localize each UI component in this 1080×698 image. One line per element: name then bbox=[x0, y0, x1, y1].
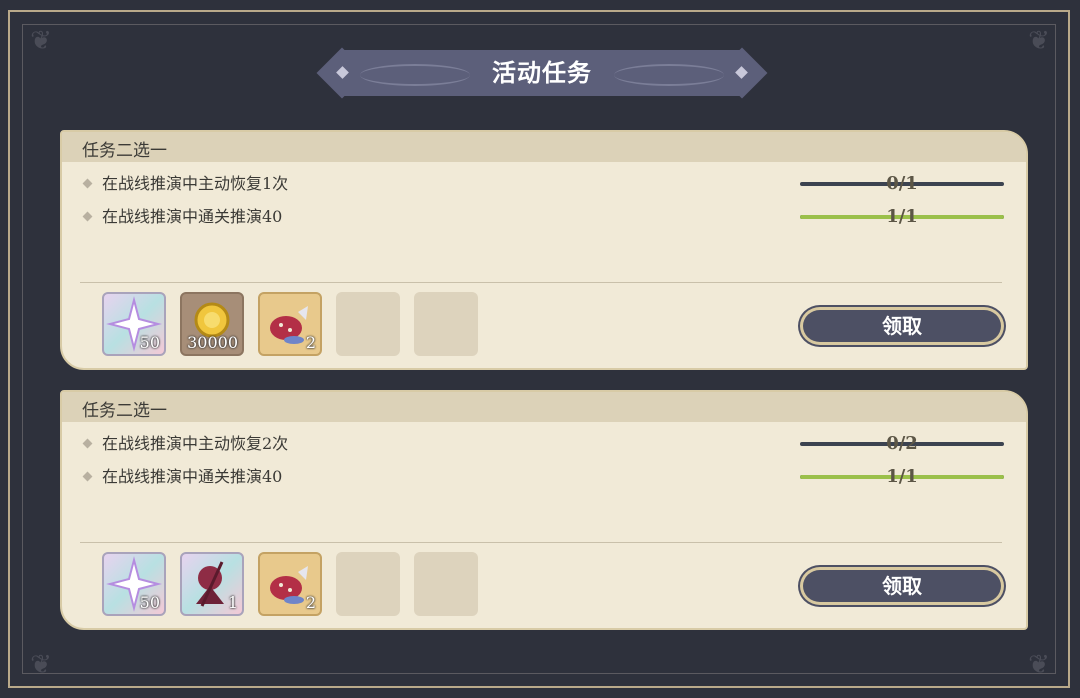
task-text: 在战线推演中通关推演40 bbox=[102, 467, 283, 486]
progress-text: 1/1 bbox=[886, 466, 918, 487]
beast-item-icon[interactable]: 2 bbox=[258, 552, 322, 616]
corner-ornament-icon: ❦ bbox=[30, 650, 52, 680]
bullet-icon bbox=[82, 471, 93, 482]
panel-header: 任务二选一 bbox=[62, 132, 1026, 162]
page-title: 活动任务 bbox=[492, 58, 592, 87]
claim-button[interactable]: 领取 bbox=[800, 567, 1004, 605]
reward-count: 50 bbox=[139, 333, 160, 352]
star-crystal-icon[interactable]: 50 bbox=[102, 292, 166, 356]
progress-bar: 0/2 bbox=[800, 433, 1004, 454]
divider bbox=[80, 282, 1002, 283]
panel-header-text: 任务二选一 bbox=[82, 401, 167, 421]
task-row: 在战线推演中主动恢复1次 0/1 bbox=[82, 172, 1012, 196]
task-row: 在战线推演中通关推演40 1/1 bbox=[82, 465, 1012, 489]
claim-button[interactable]: 领取 bbox=[800, 307, 1004, 345]
task-panel: 任务二选一 在战线推演中主动恢复2次 0/2 在战线推演中通关推演40 1/1 bbox=[60, 390, 1028, 630]
reward-count: 30000 bbox=[187, 333, 238, 352]
panel-header: 任务二选一 bbox=[62, 392, 1026, 422]
progress-bar: 1/1 bbox=[800, 206, 1004, 227]
task-text: 在战线推演中通关推演40 bbox=[102, 207, 283, 226]
reward-count: 2 bbox=[305, 593, 316, 612]
star-crystal-icon[interactable]: 50 bbox=[102, 552, 166, 616]
progress-text: 0/2 bbox=[886, 433, 918, 454]
task-row: 在战线推演中主动恢复2次 0/2 bbox=[82, 432, 1012, 456]
event-window: ❦ ❦ ❦ ❦ 活动任务 任务二选一 在战线推演中主动恢复1次 0/1 在战线推… bbox=[0, 0, 1080, 698]
beast-item-icon[interactable]: 2 bbox=[258, 292, 322, 356]
task-row: 在战线推演中通关推演40 1/1 bbox=[82, 205, 1012, 229]
bullet-icon bbox=[82, 211, 93, 222]
reward-count: 2 bbox=[305, 333, 316, 352]
reward-list: 50 1 2 bbox=[102, 552, 502, 618]
empty-reward-slot bbox=[336, 292, 400, 356]
corner-ornament-icon: ❦ bbox=[1028, 26, 1050, 56]
empty-reward-slot bbox=[414, 292, 478, 356]
task-text: 在战线推演中主动恢复2次 bbox=[102, 434, 289, 453]
gold-coin-icon[interactable]: 30000 bbox=[180, 292, 244, 356]
reward-count: 1 bbox=[227, 593, 238, 612]
reward-list: 50 30000 2 bbox=[102, 292, 502, 358]
bullet-icon bbox=[82, 178, 93, 189]
empty-reward-slot bbox=[414, 552, 478, 616]
progress-text: 0/1 bbox=[886, 173, 918, 194]
progress-text: 1/1 bbox=[886, 206, 918, 227]
bullet-icon bbox=[82, 438, 93, 449]
task-panel: 任务二选一 在战线推演中主动恢复1次 0/1 在战线推演中通关推演40 1/1 bbox=[60, 130, 1028, 370]
reward-count: 50 bbox=[139, 593, 160, 612]
progress-bar: 0/1 bbox=[800, 173, 1004, 194]
task-text: 在战线推演中主动恢复1次 bbox=[102, 174, 289, 193]
title-banner: 活动任务 bbox=[316, 47, 768, 99]
corner-ornament-icon: ❦ bbox=[1028, 650, 1050, 680]
character-card-icon[interactable]: 1 bbox=[180, 552, 244, 616]
divider bbox=[80, 542, 1002, 543]
corner-ornament-icon: ❦ bbox=[30, 26, 52, 56]
panel-header-text: 任务二选一 bbox=[82, 141, 167, 161]
progress-bar: 1/1 bbox=[800, 466, 1004, 487]
empty-reward-slot bbox=[336, 552, 400, 616]
